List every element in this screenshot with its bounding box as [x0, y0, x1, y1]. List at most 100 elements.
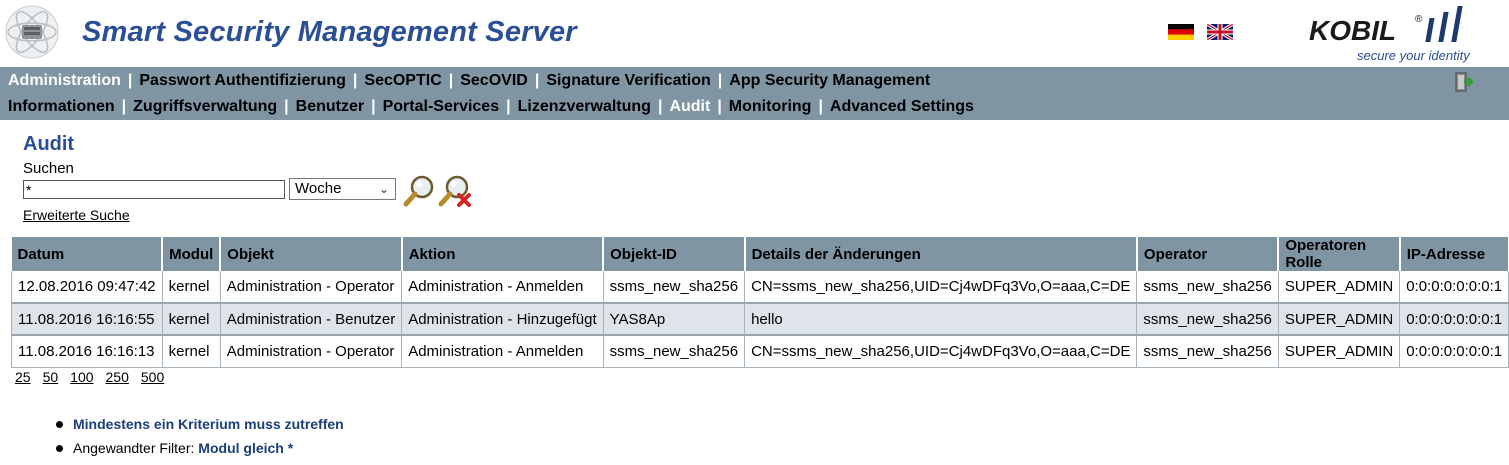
table-row[interactable]: 11.08.2016 16:16:55 kernel Administration … [11, 302, 1509, 336]
page-title: Audit [23, 133, 75, 155]
cell-objekt: Administration - Operator [220, 271, 403, 304]
nav-item-advanced-settings[interactable]: Advanced Settings [830, 98, 974, 115]
nav-item-passwort-authentifizierung[interactable]: Passwort Authentifizierung [139, 72, 346, 89]
nav-row-primary: Administration | Passwort Authentifizierun… [8, 72, 930, 90]
column-header-modul[interactable]: Modul [162, 237, 222, 271]
nav-separator: | [121, 98, 127, 115]
cell-details-der-änderungen: hello [744, 302, 1138, 336]
column-header-operatoren-rolle[interactable]: Operatoren Rolle [1278, 237, 1401, 271]
nav-item-lizenzverwaltung[interactable]: Lizenzverwaltung [518, 98, 651, 115]
cell-aktion: Administration - Anmelden [401, 335, 604, 368]
cell-ip-adresse: 0:0:0:0:0:0:0:1 [1399, 302, 1509, 336]
nav-row-secondary: Informationen | Zugriffsverwaltung | Benutze… [8, 98, 974, 116]
nav-separator: | [352, 72, 358, 89]
nav-separator: | [284, 98, 289, 115]
header: Smart Security Management Server KOBIL ®… [0, 0, 1509, 67]
period-select-value: Woche [295, 180, 342, 197]
cell-details-der-änderungen: CN=ssms_new_sha256,UID=Cj4wDFq3Vo,O=aaa,… [744, 271, 1138, 304]
cell-operator: ssms_new_sha256 [1136, 335, 1279, 368]
table-row[interactable]: 12.08.2016 09:47:42 kernel Administration … [11, 271, 1509, 304]
nav-item-benutzer[interactable]: Benutzer [296, 98, 364, 115]
nav-separator: | [534, 72, 540, 89]
nav-separator: | [818, 98, 823, 115]
logout-icon[interactable] [1454, 71, 1474, 93]
nav-separator: | [717, 98, 722, 115]
nav-item-signature-verification[interactable]: Signature Verification [546, 72, 710, 89]
nav-item-audit[interactable]: Audit [669, 98, 710, 115]
kobil-logo: KOBIL ® secure your identity [1309, 6, 1471, 63]
nav-separator: | [448, 72, 454, 89]
search-icon[interactable] [403, 174, 437, 208]
applied-filter-value: Modul gleich [198, 440, 284, 456]
cell-operatoren-rolle: SUPER_ADMIN [1278, 302, 1401, 336]
applied-filter-label: Angewandter Filter: [73, 440, 195, 456]
nav-separator: | [657, 98, 663, 115]
nav-item-zugriffsverwaltung[interactable]: Zugriffsverwaltung [133, 98, 277, 115]
nav-item-administration[interactable]: Administration [8, 72, 121, 89]
clear-search-icon[interactable] [438, 174, 472, 208]
column-header-objekt[interactable]: Objekt [220, 237, 403, 271]
column-header-details-der-änderungen[interactable]: Details der Änderungen [744, 237, 1138, 271]
cell-operatoren-rolle: SUPER_ADMIN [1278, 271, 1401, 304]
svg-text:®: ® [1415, 14, 1423, 25]
table-header-row: Datum Modul Objekt Aktion Objekt-ID Details d… [11, 237, 1509, 271]
advanced-search-link[interactable]: Erweiterte Suche [23, 207, 130, 223]
cell-aktion: Administration - Hinzugefügt [401, 302, 604, 336]
chevron-down-icon: ⌄ [378, 182, 389, 196]
filter-summary: Mindestens ein Kriterium muss zutreffen … [52, 416, 344, 464]
page-size-500[interactable]: 500 [141, 369, 164, 385]
cell-objekt: Administration - Benutzer [220, 302, 403, 336]
table-row[interactable]: 11.08.2016 16:16:13 kernel Administration … [11, 335, 1509, 368]
uk-flag-icon[interactable] [1207, 24, 1233, 40]
table-body: 12.08.2016 09:47:42 kernel Administration … [11, 271, 1509, 368]
cell-operator: ssms_new_sha256 [1136, 271, 1279, 304]
nav-item-monitoring[interactable]: Monitoring [729, 98, 812, 115]
cell-datum: 11.08.2016 16:16:13 [11, 335, 163, 368]
nav-separator: | [506, 98, 511, 115]
bullet-icon [56, 445, 63, 452]
cell-aktion: Administration - Anmelden [401, 271, 604, 304]
search-input[interactable] [23, 180, 285, 199]
page-size-50[interactable]: 50 [43, 369, 59, 385]
page-size-250[interactable]: 250 [106, 369, 129, 385]
cell-objekt: Administration - Operator [220, 335, 403, 368]
column-header-objekt-id[interactable]: Objekt-ID [603, 237, 746, 271]
cell-operator: ssms_new_sha256 [1136, 302, 1279, 336]
nav-item-portal-services[interactable]: Portal-Services [383, 98, 500, 115]
cell-details-der-änderungen: CN=ssms_new_sha256,UID=Cj4wDFq3Vo,O=aaa,… [744, 335, 1138, 368]
cell-ip-adresse: 0:0:0:0:0:0:0:1 [1399, 335, 1509, 368]
nav-separator: | [371, 98, 376, 115]
period-select[interactable]: Woche ⌄ [289, 178, 396, 200]
column-header-aktion[interactable]: Aktion [401, 237, 605, 271]
page-size-selector: 25 50 100 250 500 [15, 369, 176, 385]
bullet-icon [56, 421, 63, 428]
column-header-ip-adresse[interactable]: IP-Adresse [1399, 237, 1509, 271]
cell-modul: kernel [162, 271, 221, 304]
search-label: Suchen [23, 160, 74, 177]
cell-modul: kernel [162, 302, 221, 336]
applied-filter-item: Angewandter Filter: Modul gleich * [52, 440, 344, 464]
nav-separator: | [717, 72, 723, 89]
filter-criteria-text: Mindestens ein Kriterium muss zutreffen [73, 416, 344, 432]
cell-ip-adresse: 0:0:0:0:0:0:0:1 [1399, 271, 1509, 304]
applied-filter-star: * [287, 440, 294, 456]
cell-objekt-id: ssms_new_sha256 [603, 335, 746, 368]
column-header-operator[interactable]: Operator [1136, 237, 1280, 271]
nav-separator: | [127, 72, 133, 89]
german-flag-icon[interactable] [1168, 24, 1194, 40]
page-size-25[interactable]: 25 [15, 369, 31, 385]
main-navigation: Administration | Passwort Authentifizierun… [0, 67, 1509, 120]
audit-table: Datum Modul Objekt Aktion Objekt-ID Details d… [11, 237, 1509, 368]
cell-datum: 11.08.2016 16:16:55 [11, 302, 163, 336]
nav-item-secovid[interactable]: SecOVID [460, 72, 528, 89]
app-title: Smart Security Management Server [82, 16, 577, 48]
column-header-datum[interactable]: Datum [11, 237, 164, 271]
nav-item-app-security-management[interactable]: App Security Management [729, 72, 930, 89]
brand-name: KOBIL [1309, 15, 1396, 46]
cell-modul: kernel [162, 335, 221, 368]
nav-item-secoptic[interactable]: SecOPTIC [364, 72, 441, 89]
cell-objekt-id: ssms_new_sha256 [603, 271, 746, 304]
nav-item-informationen[interactable]: Informationen [8, 98, 115, 115]
globe-logo-icon [5, 5, 59, 59]
page-size-100[interactable]: 100 [70, 369, 93, 385]
